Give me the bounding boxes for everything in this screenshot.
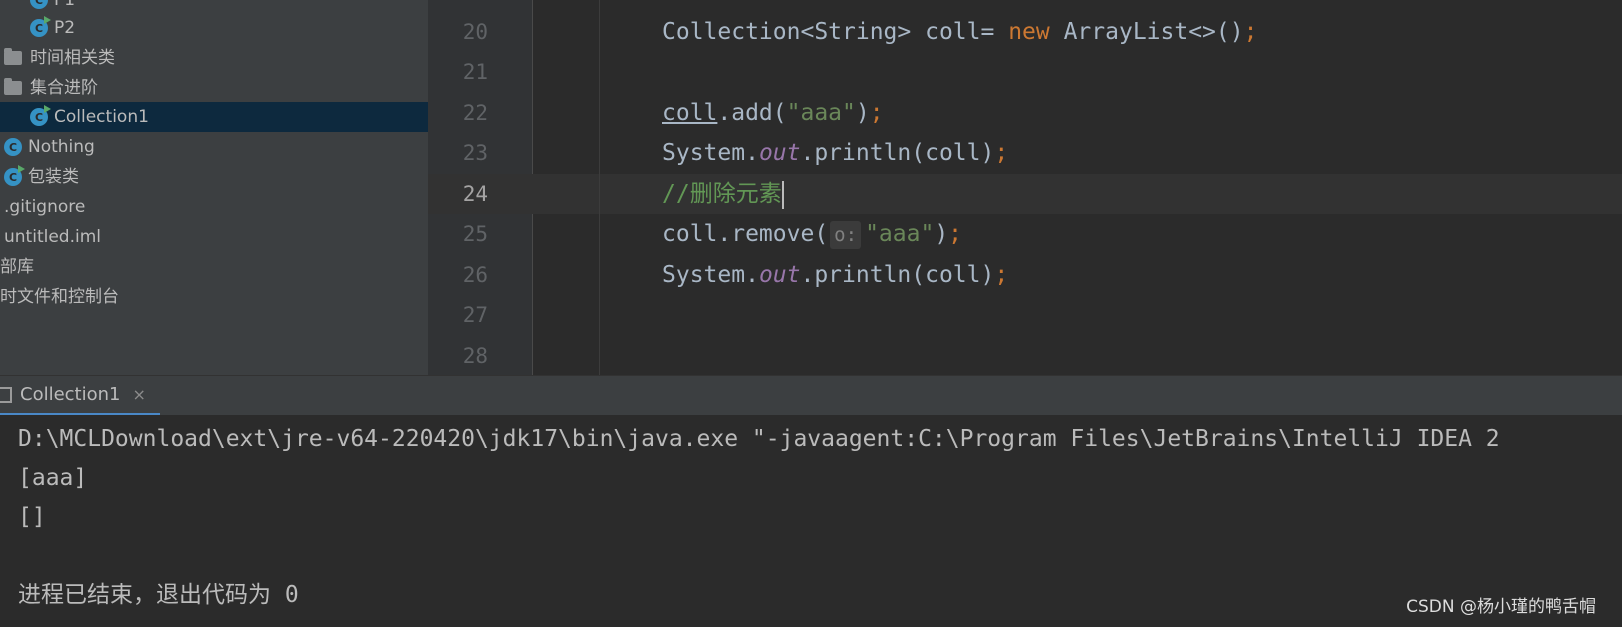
line-number: 21 — [462, 60, 488, 84]
semicolon-token: ; — [994, 262, 1009, 288]
tree-item-time-classes[interactable]: 时间相关类 — [0, 43, 428, 73]
string-token: "aaa" — [786, 100, 856, 126]
code-line-22[interactable]: coll.add("aaa"); — [662, 93, 884, 133]
class-icon: C — [4, 138, 22, 156]
code-token: .add( — [717, 100, 787, 126]
code-token: ) — [934, 221, 949, 247]
class-icon: C — [30, 16, 51, 37]
project-tree: C P1 C P2 时间相关类 集合进阶 C Collection1 C Not… — [0, 0, 428, 375]
line-number: 20 — [462, 20, 488, 44]
semicolon-token: ; — [994, 140, 1009, 166]
class-icon: C — [30, 105, 51, 126]
line-number: 25 — [462, 222, 488, 246]
code-line-26[interactable]: System.out.println(coll); — [662, 255, 1008, 295]
tree-item-label: 包装类 — [28, 167, 79, 187]
tree-item-collections-advanced[interactable]: 集合进阶 — [0, 73, 428, 103]
line-number: 26 — [462, 263, 488, 287]
code-token: .println(coll) — [800, 140, 995, 166]
tree-item-label: Collection1 — [54, 107, 149, 127]
console-icon — [0, 386, 12, 403]
semicolon-token: ; — [1243, 19, 1258, 45]
tree-item-nothing[interactable]: C Nothing — [0, 132, 428, 162]
code-line-20[interactable]: Collection<String> coll= new ArrayList<>… — [662, 12, 1257, 52]
run-console[interactable]: D:\MCLDownload\ext\jre-v64-220420\jdk17\… — [0, 415, 1622, 627]
comment-token: //删除元素 — [662, 181, 782, 207]
tree-item-label: .gitignore — [4, 197, 86, 217]
run-tool-window-header: Collection1 × — [0, 375, 1622, 416]
code-line-24[interactable]: //删除元素 — [662, 174, 784, 214]
static-field-token: out — [758, 140, 801, 166]
string-token: "aaa" — [865, 221, 935, 247]
code-token: coll.remove( — [662, 221, 829, 247]
code-token: Collection<String> coll= — [662, 19, 1009, 45]
run-tab-label: Collection1 — [20, 384, 121, 405]
tree-item-label: 时间相关类 — [30, 48, 115, 68]
indent-guide — [599, 0, 600, 375]
tree-item-p2[interactable]: C P2 — [0, 13, 428, 43]
tree-item-iml[interactable]: untitled.iml — [0, 222, 428, 252]
folder-icon — [4, 78, 22, 95]
current-line-highlight — [428, 174, 1622, 214]
semicolon-token: ; — [869, 100, 884, 126]
folder-icon — [4, 48, 22, 65]
parameter-hint: o: — [830, 221, 862, 249]
console-line: D:\MCLDownload\ext\jre-v64-220420\jdk17\… — [18, 426, 1500, 452]
line-number: 28 — [462, 344, 488, 368]
static-field-token: out — [758, 262, 801, 288]
watermark: CSDN @杨小瑾的鸭舌帽 — [1406, 597, 1596, 617]
code-token: .println(coll) — [800, 262, 995, 288]
tree-item-label: 部库 — [0, 257, 34, 277]
code-token: ) — [855, 100, 870, 126]
console-line: 进程已结束，退出代码为 0 — [18, 582, 299, 608]
tree-item-gitignore[interactable]: .gitignore — [0, 192, 428, 222]
line-number: 27 — [462, 303, 488, 327]
class-icon: C — [4, 165, 25, 186]
close-icon[interactable]: × — [133, 385, 146, 404]
tree-item-scratches[interactable]: 时文件和控制台 — [0, 282, 428, 312]
tree-item-label: 集合进阶 — [30, 78, 98, 98]
tree-item-label: Nothing — [28, 137, 95, 157]
console-line: [] — [18, 504, 46, 530]
tree-item-collection1[interactable]: C Collection1 — [0, 102, 428, 132]
code-token: ArrayList<>() — [1049, 19, 1244, 45]
run-tab-collection1[interactable]: Collection1 × — [0, 376, 160, 416]
tree-item-external-libraries[interactable]: 部库 — [0, 252, 428, 282]
class-icon: C — [30, 0, 48, 9]
code-line-25[interactable]: coll.remove(o: "aaa"); — [662, 214, 962, 254]
code-token: System. — [662, 262, 759, 288]
tree-item-label: untitled.iml — [4, 227, 101, 247]
line-number: 23 — [462, 141, 488, 165]
text-caret — [781, 180, 784, 209]
identifier-token: coll — [662, 100, 718, 126]
line-number-current: 24 — [462, 182, 488, 206]
tree-item-wrapper-classes[interactable]: C 包装类 — [0, 162, 428, 192]
code-line-23[interactable]: System.out.println(coll); — [662, 133, 1008, 173]
tree-item-label: 时文件和控制台 — [0, 287, 119, 307]
console-line: [aaa] — [18, 465, 88, 491]
line-number: 22 — [462, 101, 488, 125]
semicolon-token: ; — [948, 221, 963, 247]
code-token: System. — [662, 140, 759, 166]
tree-item-label: P2 — [54, 18, 76, 38]
keyword-token: new — [1008, 19, 1050, 45]
